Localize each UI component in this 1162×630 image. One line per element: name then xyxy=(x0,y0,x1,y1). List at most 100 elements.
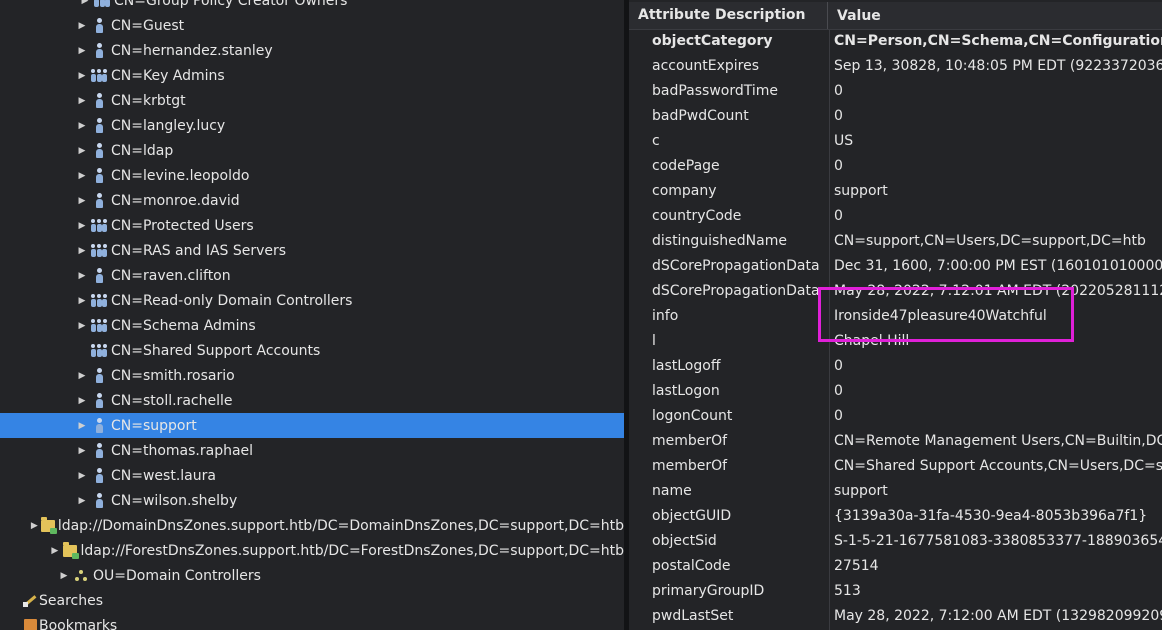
expand-arrow-icon[interactable]: ▶ xyxy=(77,63,87,88)
attribute-name: objectCategory xyxy=(652,32,773,49)
attribute-name: objectGUID xyxy=(652,507,732,524)
tree-item[interactable]: ▶ CN=levine.leopoldo xyxy=(0,163,624,188)
attribute-row[interactable]: postalCode 27514 xyxy=(629,553,1162,578)
tree-item[interactable]: ▶ CN=raven.clifton xyxy=(0,263,624,288)
tree-item[interactable]: ▶ CN=ldap xyxy=(0,138,624,163)
attribute-row[interactable]: l Chapel Hill xyxy=(629,328,1162,353)
expand-arrow-icon[interactable]: ▶ xyxy=(31,513,38,538)
expand-arrow-icon[interactable]: ▶ xyxy=(77,388,87,413)
attribute-row[interactable]: objectCategory CN=Person,CN=Schema,CN=Con… xyxy=(629,28,1162,53)
tree-item[interactable]: ▶ CN=krbtgt xyxy=(0,88,624,113)
attribute-row[interactable]: badPasswordTime 0 xyxy=(629,78,1162,103)
attribute-row[interactable]: company support xyxy=(629,178,1162,203)
group-icon xyxy=(93,0,111,13)
expand-arrow-icon[interactable]: ▶ xyxy=(77,213,87,238)
attribute-row[interactable]: codePage 0 xyxy=(629,153,1162,178)
tree-item[interactable]: ▶ CN=Protected Users xyxy=(0,213,624,238)
attribute-table: Attribute Description Value objectCatego… xyxy=(629,0,1162,630)
attribute-value: CN=Remote Management Users,CN=Builtin,DC… xyxy=(834,432,1162,449)
tree-root-node[interactable]: ▶ OU=Domain Controllers xyxy=(0,563,624,588)
attribute-row[interactable]: info Ironside47pleasure40Watchful xyxy=(629,303,1162,328)
attribute-row[interactable]: c US xyxy=(629,128,1162,153)
group-icon xyxy=(90,338,108,363)
tree-item-label: CN=Group Policy Creator Owners xyxy=(114,0,348,9)
attribute-value: 0 xyxy=(834,357,843,374)
expand-arrow-icon[interactable]: ▶ xyxy=(51,538,60,563)
attribute-row[interactable]: accountExpires Sep 13, 30828, 10:48:05 PM… xyxy=(629,53,1162,78)
user-icon xyxy=(90,263,108,288)
attribute-row[interactable]: objectGUID {3139a30a-31fa-4530-9ea4-8053b… xyxy=(629,503,1162,528)
attribute-name: badPasswordTime xyxy=(652,82,779,99)
tree-item[interactable]: ▶ CN=smith.rosario xyxy=(0,363,624,388)
tree-item-label: CN=Protected Users xyxy=(111,217,254,234)
column-header-value[interactable]: Value xyxy=(828,8,881,24)
attribute-name: dSCorePropagationData xyxy=(652,282,820,299)
expand-arrow-icon[interactable]: ▶ xyxy=(77,88,87,113)
expand-arrow-icon[interactable]: ▶ xyxy=(77,288,87,313)
expand-arrow-icon[interactable]: ▶ xyxy=(77,113,87,138)
tree-item[interactable]: ▶ CN=wilson.shelby xyxy=(0,488,624,513)
expand-arrow-icon[interactable]: ▶ xyxy=(77,488,87,513)
tree-item[interactable]: ▶ CN=Key Admins xyxy=(0,63,624,88)
attribute-value: CN=Shared Support Accounts,CN=Users,DC=s… xyxy=(834,457,1162,474)
expand-arrow-icon xyxy=(77,338,87,363)
expand-arrow-icon[interactable]: ▶ xyxy=(77,238,87,263)
attribute-row[interactable]: distinguishedName CN=support,CN=Users,DC=… xyxy=(629,228,1162,253)
bookmarks-node[interactable]: Bookmarks xyxy=(0,613,624,630)
searches-node[interactable]: Searches xyxy=(0,588,624,613)
tree-item-partial[interactable]: ▶ CN=Group Policy Creator Owners xyxy=(0,0,624,13)
attribute-row[interactable]: memberOf CN=Shared Support Accounts,CN=Us… xyxy=(629,453,1162,478)
attribute-row[interactable]: primaryGroupID 513 xyxy=(629,578,1162,603)
expand-arrow-icon[interactable]: ▶ xyxy=(77,413,87,438)
user-icon xyxy=(90,413,108,438)
tree-item-label: CN=Read-only Domain Controllers xyxy=(111,292,353,309)
tree-item[interactable]: ▶ CN=support xyxy=(0,413,624,438)
tree-item[interactable]: ▶ CN=thomas.raphael xyxy=(0,438,624,463)
attribute-row[interactable]: memberOf CN=Remote Management Users,CN=Bu… xyxy=(629,428,1162,453)
expand-arrow-icon[interactable]: ▶ xyxy=(77,263,87,288)
attribute-row[interactable]: countryCode 0 xyxy=(629,203,1162,228)
attribute-row[interactable]: pwdLastSet May 28, 2022, 7:12:00 AM EDT (… xyxy=(629,603,1162,628)
searches-label: Searches xyxy=(39,592,104,609)
attribute-row[interactable]: lastLogon 0 xyxy=(629,378,1162,403)
expand-arrow-icon[interactable]: ▶ xyxy=(77,188,87,213)
tree-item[interactable]: ▶ CN=west.laura xyxy=(0,463,624,488)
user-icon xyxy=(90,38,108,63)
expand-arrow-icon[interactable]: ▶ xyxy=(77,463,87,488)
tree-item-label: CN=levine.leopoldo xyxy=(111,167,250,184)
attribute-row[interactable]: name support xyxy=(629,478,1162,503)
expand-arrow-icon[interactable]: ▶ xyxy=(77,38,87,63)
expand-arrow-icon[interactable]: ▶ xyxy=(80,0,90,13)
tree-root-label: OU=Domain Controllers xyxy=(93,567,261,584)
expand-arrow-icon[interactable]: ▶ xyxy=(77,138,87,163)
attribute-value: Dec 31, 1600, 7:00:00 PM EST (1601010100… xyxy=(834,257,1162,274)
tree-item[interactable]: ▶ CN=Schema Admins xyxy=(0,313,624,338)
attribute-row[interactable]: dSCorePropagationData Dec 31, 1600, 7:00:… xyxy=(629,253,1162,278)
tree-item[interactable]: ▶ CN=hernandez.stanley xyxy=(0,38,624,63)
expand-arrow-icon[interactable]: ▶ xyxy=(77,363,87,388)
attribute-name: lastLogoff xyxy=(652,357,721,374)
expand-arrow-icon[interactable]: ▶ xyxy=(59,563,69,588)
attribute-name: name xyxy=(652,482,692,499)
column-header-attribute[interactable]: Attribute Description xyxy=(629,2,828,29)
tree-item[interactable]: CN=Shared Support Accounts xyxy=(0,338,624,363)
attribute-row[interactable]: dSCorePropagationData May 28, 2022, 7:12:… xyxy=(629,278,1162,303)
tree-item[interactable]: ▶ CN=stoll.rachelle xyxy=(0,388,624,413)
attribute-row[interactable]: lastLogoff 0 xyxy=(629,353,1162,378)
tree-item[interactable]: ▶ CN=Guest xyxy=(0,13,624,38)
tree-item[interactable]: ▶ CN=RAS and IAS Servers xyxy=(0,238,624,263)
attribute-row[interactable]: objectSid S-1-5-21-1677581083-3380853377-… xyxy=(629,528,1162,553)
expand-arrow-icon[interactable]: ▶ xyxy=(77,163,87,188)
expand-arrow-icon[interactable]: ▶ xyxy=(77,313,87,338)
tree-root-node[interactable]: ▶ ldap://DomainDnsZones.support.htb/DC=Do… xyxy=(0,513,624,538)
tree-item[interactable]: ▶ CN=monroe.david xyxy=(0,188,624,213)
attribute-row[interactable]: badPwdCount 0 xyxy=(629,103,1162,128)
attribute-value: Chapel Hill xyxy=(834,332,910,349)
tree-item[interactable]: ▶ CN=langley.lucy xyxy=(0,113,624,138)
tree-item[interactable]: ▶ CN=Read-only Domain Controllers xyxy=(0,288,624,313)
tree-root-node[interactable]: ▶ ldap://ForestDnsZones.support.htb/DC=Fo… xyxy=(0,538,624,563)
expand-arrow-icon[interactable]: ▶ xyxy=(77,13,87,38)
attribute-row[interactable]: logonCount 0 xyxy=(629,403,1162,428)
expand-arrow-icon[interactable]: ▶ xyxy=(77,438,87,463)
attribute-value: Ironside47pleasure40Watchful xyxy=(834,307,1047,324)
